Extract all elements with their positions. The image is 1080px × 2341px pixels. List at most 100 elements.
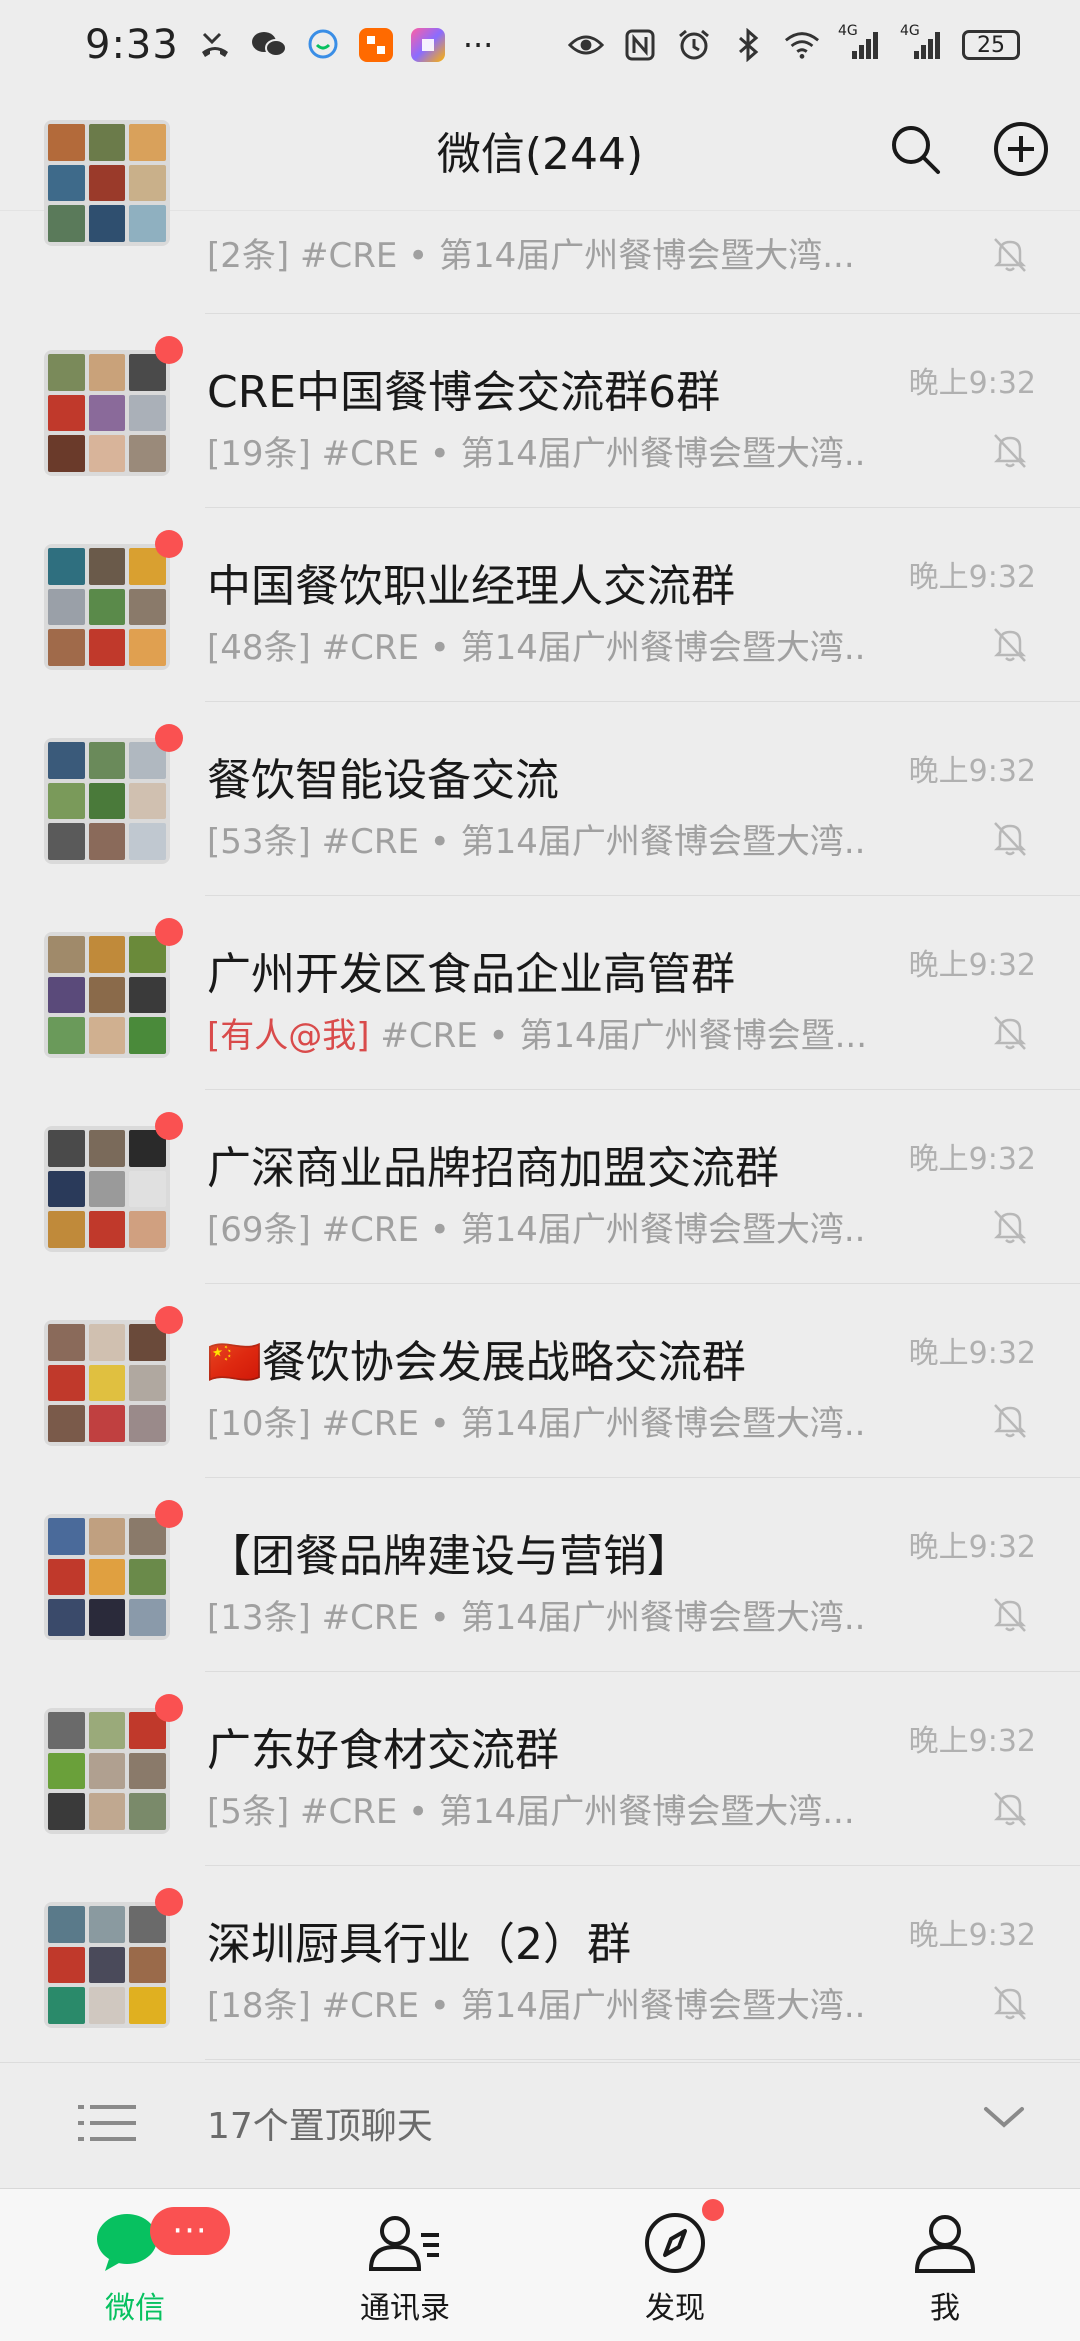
unread-dot	[155, 1306, 183, 1334]
chat-row[interactable]: CRE中国餐博会交流群6群 [19条] #CRE • 第14届广州餐博会暨大湾..…	[0, 314, 1080, 508]
group-avatar	[44, 1514, 170, 1640]
chat-row[interactable]: 🇨🇳餐饮协会发展战略交流群 [10条] #CRE • 第14届广州餐博会暨大湾..…	[0, 1284, 1080, 1478]
avatar-tile	[88, 823, 126, 860]
group-avatar	[44, 1902, 170, 2028]
tab-wechat-label: 微信	[105, 2291, 165, 2326]
avatar-tile	[88, 936, 126, 973]
preview-text: #CRE • 第14届广州餐博会暨...	[369, 1016, 867, 1056]
preview-text: [53条] #CRE • 第14届广州餐博会暨大湾...	[207, 822, 867, 862]
unread-dot	[155, 336, 183, 364]
search-icon	[892, 126, 940, 174]
avatar-tile	[129, 394, 166, 432]
chat-name: CRE中国餐博会交流群6群	[207, 367, 721, 418]
avatar-tile	[48, 1946, 85, 1984]
missed-call-icon	[197, 27, 233, 63]
muted-bell-icon	[993, 822, 1027, 856]
avatar-tile	[88, 1946, 126, 1984]
chat-preview: [2条] #CRE • 第14届广州餐博会暨大湾...	[207, 228, 855, 277]
muted-bell-icon	[993, 1598, 1027, 1632]
pinned-chats-bar[interactable]: 17个置顶聊天	[0, 2062, 1080, 2183]
chat-preview: [有人@我] #CRE • 第14届广州餐博会暨...	[207, 1008, 867, 1057]
avatar-tile	[48, 1518, 85, 1555]
unread-dot	[155, 1694, 183, 1722]
add-button[interactable]	[986, 114, 1056, 184]
chat-preview: [69条] #CRE • 第14届广州餐博会暨大湾...	[207, 1202, 867, 1251]
chat-time: 晚上9:32	[908, 754, 1036, 789]
signal-label-1: 4G	[838, 23, 858, 39]
chat-row[interactable]: 餐饮智能设备交流 [53条] #CRE • 第14届广州餐博会暨大湾... 晚上9:…	[0, 702, 1080, 896]
tab-contacts-label: 通讯录	[360, 2291, 450, 2326]
signal-4g-icon-2: 4G	[900, 23, 944, 63]
chat-row[interactable]: 【团餐品牌建设与营销】 [13条] #CRE • 第14届广州餐博会暨大湾... 晚…	[0, 1478, 1080, 1672]
bottom-tab-bar: ··· 微信 通讯录 发现 我	[0, 2188, 1080, 2341]
avatar-tile	[88, 548, 126, 585]
avatar-tile	[48, 1558, 85, 1596]
preview-text: [13条] #CRE • 第14届广州餐博会暨大湾...	[207, 1598, 867, 1638]
avatar-tile	[129, 1364, 166, 1402]
chevron-down-icon[interactable]	[982, 2103, 1026, 2135]
tab-me[interactable]: 我	[810, 2189, 1080, 2341]
avatar-tile	[48, 782, 85, 820]
chat-row[interactable]: [2条] #CRE • 第14届广州餐博会暨大湾...	[0, 120, 1080, 314]
chat-name: 中国餐饮职业经理人交流群	[207, 561, 735, 612]
avatar-tile	[48, 1599, 85, 1636]
avatar-tile	[88, 1017, 126, 1054]
chat-row[interactable]: 中国餐饮职业经理人交流群 [48条] #CRE • 第14届广州餐博会暨大湾...…	[0, 508, 1080, 702]
discover-dot	[702, 2199, 724, 2221]
chat-name: 🇨🇳餐饮协会发展战略交流群	[207, 1337, 746, 1388]
avatar-tile	[48, 1364, 85, 1402]
signal-4g-icon: 4G	[838, 23, 882, 63]
avatar-tile	[129, 1558, 166, 1596]
alarm-icon	[676, 27, 712, 63]
muted-bell-icon	[993, 1404, 1027, 1438]
avatar-tile	[88, 1405, 126, 1442]
muted-bell-icon	[993, 434, 1027, 468]
tab-wechat[interactable]: ··· 微信	[0, 2189, 270, 2341]
chat-row[interactable]: 广州开发区食品企业高管群 [有人@我] #CRE • 第14届广州餐博会暨... 晚…	[0, 896, 1080, 1090]
avatar-tile	[48, 1017, 85, 1054]
unread-dot	[155, 1888, 183, 1916]
group-avatar	[44, 738, 170, 864]
tab-contacts[interactable]: 通讯录	[270, 2189, 540, 2341]
avatar-tile	[48, 205, 85, 242]
avatar-tile	[48, 1211, 85, 1248]
avatar-tile	[129, 205, 166, 242]
chat-row[interactable]: 广深商业品牌招商加盟交流群 [69条] #CRE • 第14届广州餐博会暨大湾..…	[0, 1090, 1080, 1284]
group-avatar	[44, 1126, 170, 1252]
group-avatar	[44, 1320, 170, 1446]
pinned-chats-label: 17个置顶聊天	[207, 2106, 433, 2147]
tab-discover[interactable]: 发现	[540, 2189, 810, 2341]
chat-preview: [5条] #CRE • 第14届广州餐博会暨大湾...	[207, 1784, 855, 1833]
search-button[interactable]	[880, 114, 950, 184]
group-avatar	[44, 544, 170, 670]
chat-time: 晚上9:32	[908, 1336, 1036, 1371]
avatar-tile	[129, 976, 166, 1014]
avatar-tile	[88, 742, 126, 779]
avatar-tile	[88, 1599, 126, 1636]
avatar-tile	[88, 782, 126, 820]
chat-name: 广州开发区食品企业高管群	[207, 949, 735, 1000]
battery-indicator: 25	[962, 30, 1020, 60]
avatar-tile	[88, 976, 126, 1014]
chat-row[interactable]: 深圳厨具行业（2）群 [18条] #CRE • 第14届广州餐博会暨大湾... 晚上…	[0, 1866, 1080, 2060]
avatar-tile	[88, 1211, 126, 1248]
avatar-tile	[129, 1017, 166, 1054]
avatar-tile	[48, 588, 85, 626]
muted-bell-icon	[993, 628, 1027, 662]
tab-discover-label: 发现	[645, 2291, 705, 2326]
chat-list: [2条] #CRE • 第14届广州餐博会暨大湾... CRE中国餐博会交流群6群…	[0, 120, 1080, 2060]
contacts-icon	[368, 2216, 439, 2271]
avatar-tile	[88, 1324, 126, 1361]
chat-name: 深圳厨具行业（2）群	[207, 1919, 631, 1970]
chat-time: 晚上9:32	[908, 1530, 1036, 1565]
chat-preview: [18条] #CRE • 第14届广州餐博会暨大湾...	[207, 1978, 867, 2027]
avatar-tile	[88, 1712, 126, 1749]
plus-circle-icon	[994, 122, 1048, 176]
avatar-tile	[48, 164, 85, 202]
group-avatar	[44, 350, 170, 476]
preview-text: [69条] #CRE • 第14届广州餐博会暨大湾...	[207, 1210, 867, 1250]
chat-row[interactable]: 广东好食材交流群 [5条] #CRE • 第14届广州餐博会暨大湾... 晚上9:3…	[0, 1672, 1080, 1866]
avatar-tile	[48, 548, 85, 585]
preview-text: [10条] #CRE • 第14届广州餐博会暨大湾...	[207, 1404, 867, 1444]
tab-me-label: 我	[930, 2291, 960, 2326]
